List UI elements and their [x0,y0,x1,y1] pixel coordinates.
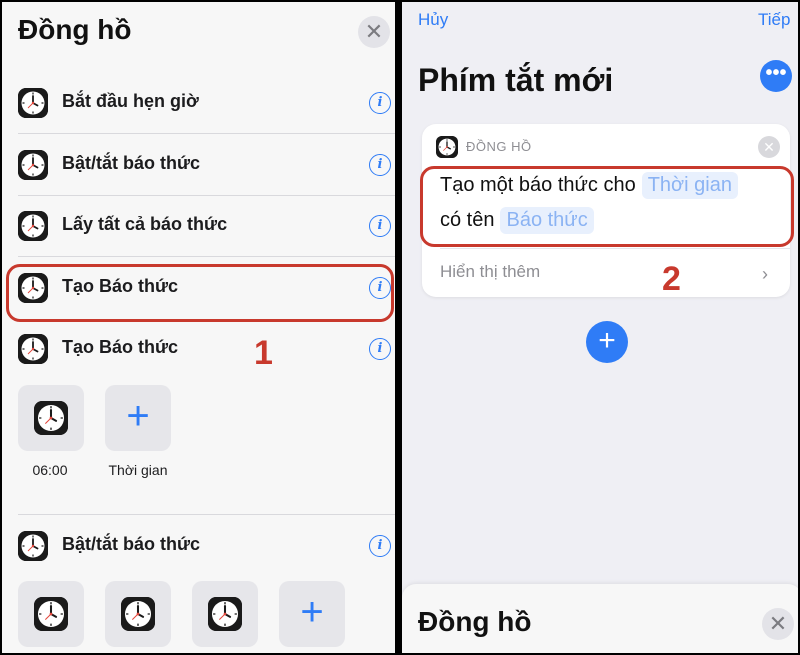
clock-icon [18,150,48,180]
card-divider [440,248,790,249]
action-label: Bật/tắt báo thức [62,534,201,554]
suggestion-caption: Thời gian [108,462,168,478]
shortcut-editor-panel: Hủy Tiếp Phím tắt mới ••• ĐỒNG HỒ ✕ Tạo … [400,0,800,655]
action-row-get-all-alarms[interactable]: Lấy tất cả báo thức i [2,195,395,257]
clock-icon [18,211,48,241]
highlight-annotation [420,166,794,247]
info-icon[interactable]: i [369,338,391,360]
info-icon[interactable]: i [369,215,391,237]
suggestion-tile[interactable] [192,581,258,647]
action-row-create-alarm-suggested[interactable]: Tạo Báo thức i [2,318,395,380]
action-row-start-timer[interactable]: Bắt đầu hẹn giờ i [2,72,395,134]
clock-icon [208,597,242,631]
clock-icon [34,597,68,631]
actions-sheet[interactable]: Đồng hồ ✕ [402,584,798,653]
step-annotation: 2 [662,260,681,298]
sheet-title: Đồng hồ [418,606,532,637]
action-label: Bật/tắt báo thức [62,153,201,173]
close-button[interactable]: ✕ [358,16,390,48]
suggestion-tile[interactable] [18,385,84,451]
chevron-right-icon: › [762,264,768,284]
suggestion-tile[interactable] [105,581,171,647]
info-icon[interactable]: i [369,535,391,557]
suggestion-tile[interactable]: + [279,581,345,647]
clock-icon [34,401,68,435]
page-title: Phím tắt mới [418,62,614,98]
step-annotation: 1 [254,334,273,372]
show-more-button[interactable]: Hiển thị thêm [440,262,540,282]
info-icon[interactable]: i [369,92,391,114]
info-icon[interactable]: i [369,154,391,176]
action-row-toggle-alarm-2[interactable]: Bật/tắt báo thức i [2,515,395,577]
action-label: Tạo Báo thức [62,337,179,357]
plus-icon: + [300,590,324,634]
remove-action-icon[interactable]: ✕ [758,136,780,158]
plus-icon: + [126,394,150,438]
add-action-button[interactable]: + [586,321,628,363]
clock-icon [18,334,48,364]
close-button[interactable]: ✕ [762,608,794,640]
highlight-annotation [6,264,394,322]
suggestion-tile[interactable] [18,581,84,647]
panel-title: Đồng hồ [18,14,132,45]
suggestion-caption: 06:00 [32,462,68,478]
cancel-button[interactable]: Hủy [418,10,448,30]
suggestion-tile[interactable]: + [105,385,171,451]
clock-icon [436,136,458,158]
card-app-label: ĐỒNG HỒ [466,139,532,154]
clock-icon [18,88,48,118]
action-label: Lấy tất cả báo thức [62,214,228,234]
clock-icon [121,597,155,631]
next-button[interactable]: Tiếp [758,10,790,30]
action-label: Bắt đầu hẹn giờ [62,91,199,111]
more-options-icon[interactable]: ••• [760,60,792,92]
actions-panel: Đồng hồ ✕ Bắt đầu hẹn giờ i Bật/tắt báo … [0,0,397,655]
action-row-toggle-alarm[interactable]: Bật/tắt báo thức i [2,134,395,196]
clock-icon [18,531,48,561]
